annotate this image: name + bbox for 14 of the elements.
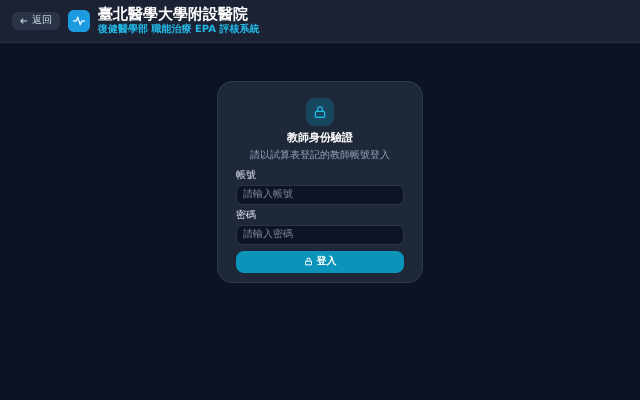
- input-field[interactable]: 請輸入帳號: [236, 184, 404, 204]
- field-label: 密碼: [236, 208, 257, 222]
- hospital-title: 臺北醫學大學附設醫院: [98, 5, 249, 24]
- input-field[interactable]: 請輸入密碼: [236, 224, 404, 244]
- card-description: 請以試算表登記的教師帳號登入: [250, 148, 390, 162]
- arrow-left-icon: [20, 17, 28, 25]
- logo-icon: [68, 10, 90, 32]
- lock-icon: [306, 98, 334, 126]
- system-subtitle: 復健醫學部 職能治療 EPA 評核系統: [98, 24, 260, 37]
- field-label: 帳號: [236, 168, 257, 182]
- card-title: 教師身份驗證: [287, 130, 353, 146]
- back-button[interactable]: 返回: [12, 12, 60, 30]
- lock-icon: [304, 257, 312, 266]
- login-button[interactable]: 登入: [236, 250, 404, 272]
